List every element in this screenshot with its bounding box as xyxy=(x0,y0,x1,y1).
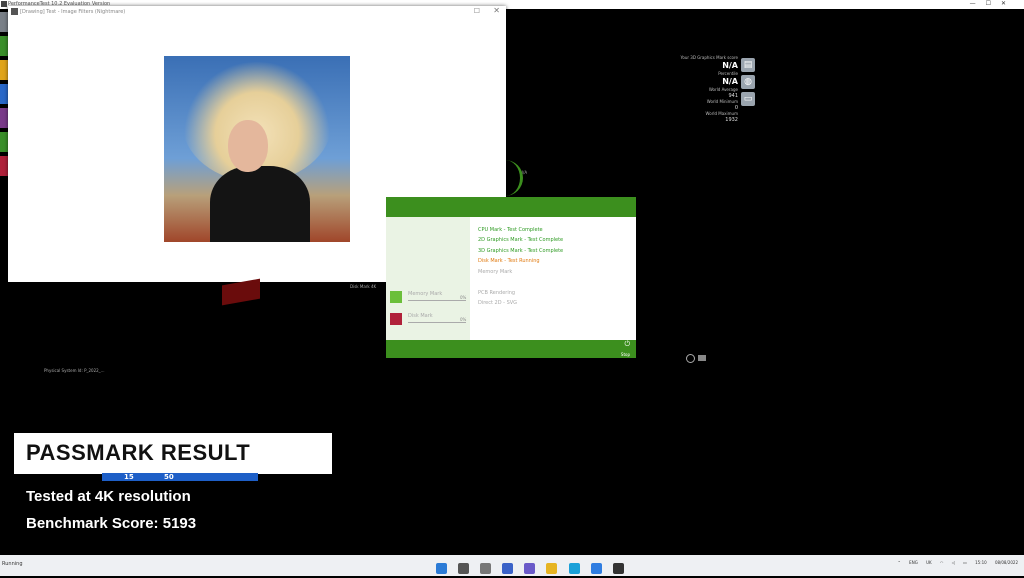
power-icon[interactable]: ⏻ xyxy=(624,340,630,349)
test-status-4: Disk Mark - Test Running xyxy=(478,258,540,264)
photo-body xyxy=(210,166,310,242)
score-line: Benchmark Score: 5193 xyxy=(26,515,197,532)
store-icon[interactable] xyxy=(590,563,602,574)
progress-footer xyxy=(386,340,636,358)
test-status-6: PCB Rendering xyxy=(478,290,516,296)
score-stats: Your 3D Graphics Mark score N/A Percenti… xyxy=(660,55,738,123)
viewer-app-icon xyxy=(11,8,18,15)
taskbar: Running ⌃ ENG UK ◠ ◁ ▭ 15:10 08/08/2022 xyxy=(0,555,1024,576)
small-caption: Disk Mark 4K xyxy=(350,284,377,289)
speaker-icon[interactable]: ◁ xyxy=(952,560,955,565)
document-icon[interactable]: ▤ xyxy=(741,58,755,72)
chart-icon[interactable] xyxy=(698,355,706,361)
test-status-7: Direct 2D - SVG xyxy=(478,300,518,306)
memory-mark-icon xyxy=(390,291,402,303)
start-icon[interactable] xyxy=(436,563,447,574)
chat-app-icon[interactable] xyxy=(524,563,536,574)
result-title: PASSMARK RESULT xyxy=(26,440,251,465)
decorative-red-shape xyxy=(222,278,260,306)
clock-date[interactable]: 08/08/2022 xyxy=(995,560,1018,565)
tray-chevron-icon[interactable]: ⌃ xyxy=(898,560,901,565)
test-photo xyxy=(164,56,350,242)
resolution-line: Tested at 4K resolution xyxy=(26,488,191,505)
benchmark-progress-window: CPU Mark - Test Complete 2D Graphics Mar… xyxy=(386,197,636,358)
battery-icon[interactable]: ▭ xyxy=(963,560,967,565)
system-tray: ⌃ ENG UK ◠ ◁ ▭ 15:10 08/08/2022 xyxy=(891,560,1018,565)
percentile-value: N/A xyxy=(722,77,738,86)
clock-time[interactable]: 15:10 xyxy=(975,560,987,565)
taskbar-status: Running xyxy=(2,561,23,567)
system-id-caption: Physical System Id: P_2022_... xyxy=(44,368,105,373)
taskbar-apps xyxy=(436,559,630,578)
score-strip: 15 50 xyxy=(102,473,258,481)
passmark-result-overlay: PASSMARK RESULT Tested at 4K resolution … xyxy=(14,433,334,566)
world-maximum-value: 1932 xyxy=(725,117,738,123)
help-icon[interactable] xyxy=(686,354,695,363)
tray-region: UK xyxy=(926,560,932,565)
memory-mark-pct: 0% xyxy=(460,295,467,300)
app-icon xyxy=(1,1,7,7)
test-status-3: 3D Graphics Mark - Test Complete xyxy=(478,248,564,254)
window-controls[interactable]: —☐✕ xyxy=(970,0,1016,7)
progress-header xyxy=(386,197,636,217)
tile-green-2[interactable] xyxy=(0,132,8,152)
disk-mark-bar xyxy=(408,322,466,323)
viewer-title: [Drawing] Test - Image Filters (Nightmar… xyxy=(20,9,126,15)
strip-value-b: 50 xyxy=(164,473,174,481)
tile-purple[interactable] xyxy=(0,108,8,128)
tile-red[interactable] xyxy=(0,156,8,176)
performancetest-icon[interactable] xyxy=(612,563,624,574)
stats-actions: ▤ ◍ ▭ xyxy=(741,58,755,109)
memory-mark-label: Memory Mark xyxy=(408,291,443,297)
globe-icon[interactable]: ◍ xyxy=(741,75,755,89)
test-status-2: 2D Graphics Mark - Test Complete xyxy=(478,237,564,243)
tile-gray[interactable] xyxy=(0,12,8,32)
wifi-icon[interactable]: ◠ xyxy=(940,560,944,565)
graphics-score-value: N/A xyxy=(722,61,738,70)
close-icon[interactable]: ✕ xyxy=(493,6,500,15)
disk-mark-icon xyxy=(390,313,402,325)
widgets-icon[interactable] xyxy=(502,563,514,574)
test-status-1: CPU Mark - Test Complete xyxy=(478,227,543,233)
tile-blue[interactable] xyxy=(0,84,8,104)
strip-value-a: 15 xyxy=(124,473,134,481)
chat-icon[interactable]: ▭ xyxy=(741,92,755,106)
tray-lang[interactable]: ENG xyxy=(909,560,918,565)
disk-mark-pct: 0% xyxy=(460,317,467,322)
maximize-icon[interactable]: ☐ xyxy=(474,7,480,15)
result-title-box: PASSMARK RESULT xyxy=(14,433,332,476)
tile-green[interactable] xyxy=(0,36,8,56)
memory-mark-bar xyxy=(408,300,466,301)
file-explorer-icon[interactable] xyxy=(546,563,558,574)
side-tiles xyxy=(0,12,8,180)
gauge-ring xyxy=(500,160,523,196)
stop-label[interactable]: Stop xyxy=(621,352,630,357)
tile-yellow[interactable] xyxy=(0,60,8,80)
search-icon[interactable] xyxy=(458,563,470,574)
task-view-icon[interactable] xyxy=(480,563,492,574)
edge-icon[interactable] xyxy=(568,563,580,574)
test-status-5: Memory Mark xyxy=(478,269,513,275)
photo-face xyxy=(228,120,268,172)
disk-mark-label: Disk Mark xyxy=(408,313,433,319)
